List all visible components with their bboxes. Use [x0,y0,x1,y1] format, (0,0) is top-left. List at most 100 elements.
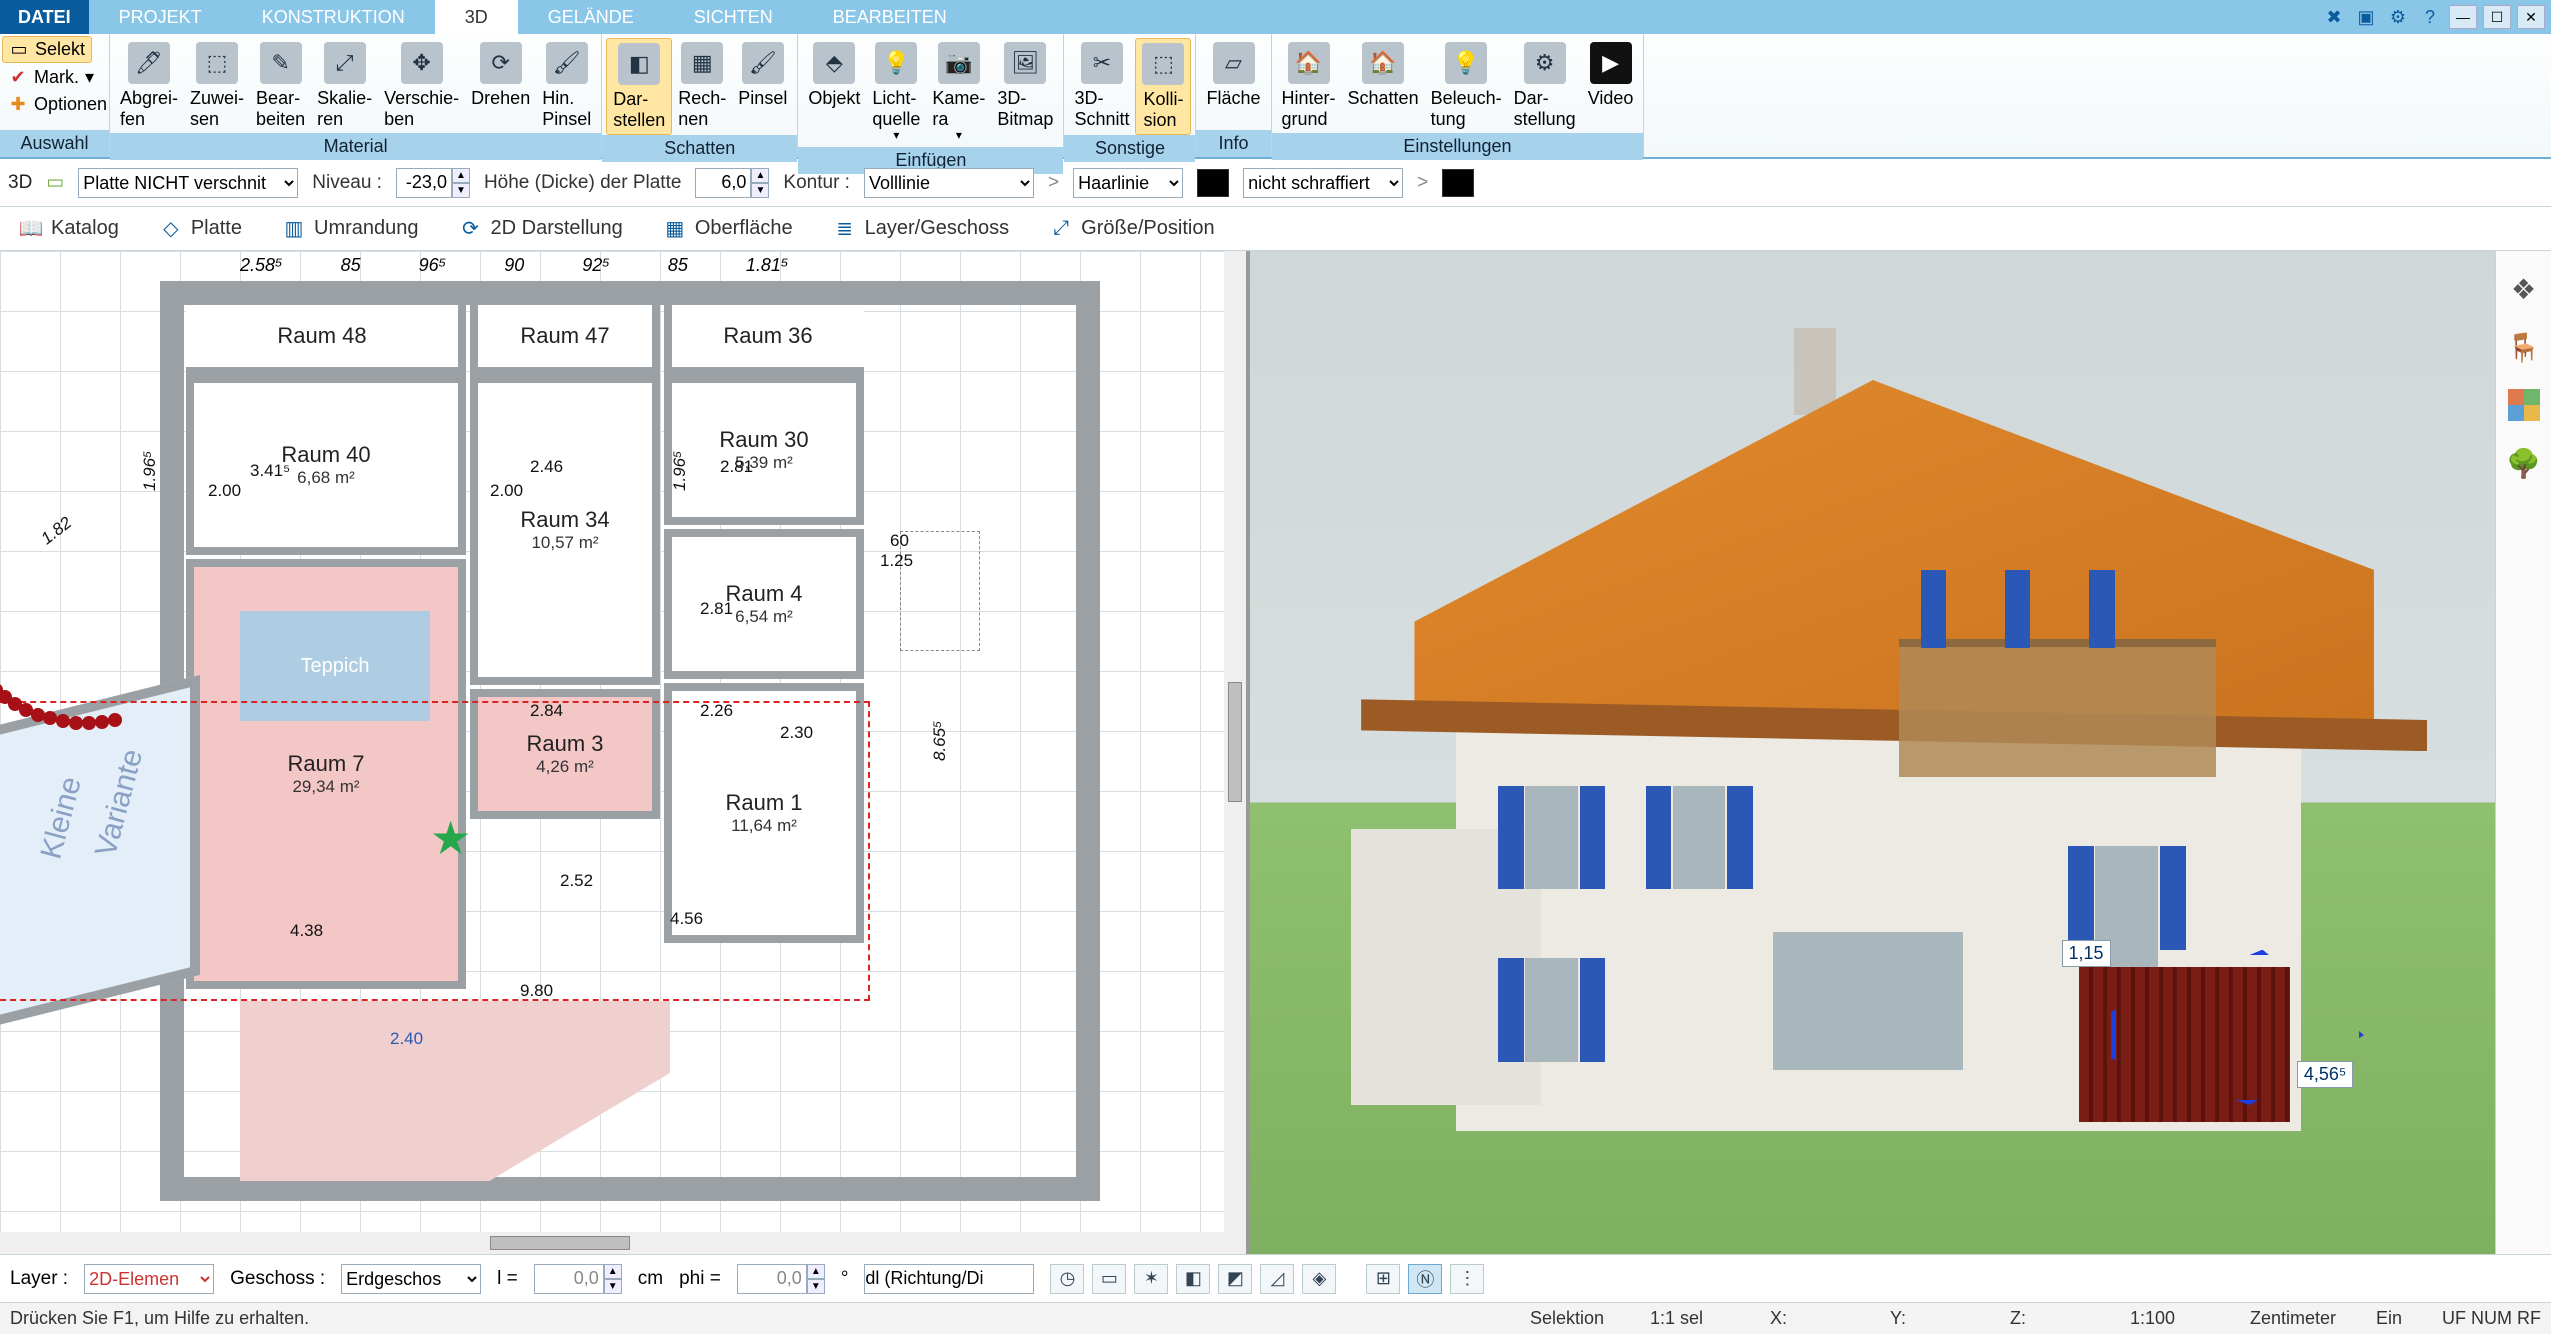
plugin-icon[interactable]: ✖ [2321,4,2347,30]
snap-angle-icon[interactable]: ◿ [1260,1264,1294,1294]
dim: 4.56 [670,909,703,929]
horizontal-scrollbar[interactable] [0,1232,1246,1254]
tool-tab-surface[interactable]: ▦Oberfläche [652,210,804,248]
snap-cross-icon[interactable]: ✶ [1134,1264,1168,1294]
ribbon-info-0[interactable]: ▱Fläche [1200,38,1266,113]
ribbon-settings-0[interactable]: 🏠Hinter- grund [1276,38,1342,133]
ribbon-insert-2[interactable]: 📷Kame- ra▾ [926,38,991,147]
history-icon[interactable]: ◷ [1050,1264,1084,1294]
tool-tab-plate[interactable]: ◇Platte [148,210,253,248]
hatch-combo[interactable]: nicht schraffiert [1243,168,1403,198]
plate-icon[interactable]: ▭ [46,171,64,194]
bottom-bar: Layer : 2D-Elemen Geschoss : Erdgeschos … [0,1254,2551,1302]
more-icon[interactable]: ⋮ [1450,1264,1484,1294]
ribbon-settings-4[interactable]: ▶Video [1582,38,1640,113]
north-icon[interactable]: Ⓝ [1408,1264,1442,1294]
screen-icon[interactable]: ▭ [1092,1264,1126,1294]
curved-handle[interactable] [0,611,130,751]
snap-layer-icon[interactable]: ◈ [1302,1264,1336,1294]
close-button[interactable]: ✕ [2517,5,2545,29]
plate-clip-combo[interactable]: Platte NICHT verschnit [78,168,298,198]
level-label: Niveau : [312,172,382,194]
ribbon-settings-1[interactable]: 🏠Schatten [1342,38,1425,113]
grid-snap-icon[interactable]: ⊞ [1366,1264,1400,1294]
ribbon-settings-3[interactable]: ⚙Dar- stellung [1508,38,1582,133]
palette-icon[interactable] [2504,385,2544,425]
room-47: Raum 47 [470,305,660,375]
select-button[interactable]: ▭Selekt [2,36,92,63]
tab-3d[interactable]: 3D [435,0,518,34]
minimize-button[interactable]: — [2449,5,2477,29]
ribbon-material-0[interactable]: 🖊Abgrei- fen [114,38,184,133]
ribbon-other-0[interactable]: ✂3D- Schnitt [1068,38,1135,133]
fill-color-swatch[interactable] [1442,169,1474,197]
level-down[interactable]: ▼ [452,183,470,198]
ribbon-insert-0[interactable]: ⬘Objekt [802,38,866,113]
ribbon-shadow-1[interactable]: ▦Rech- nen [672,38,732,133]
storey-combo[interactable]: Erdgeschos [341,1264,481,1294]
box-icon[interactable]: ▣ [2353,4,2379,30]
mode-3d-toggle[interactable]: 3D [8,172,32,194]
line-color-swatch[interactable] [1197,169,1229,197]
phi-input[interactable] [737,1264,807,1294]
ribbon-material-3[interactable]: ⤢Skalie- ren [311,38,378,133]
ribbon-material-5[interactable]: ⟳Drehen [465,38,536,113]
ribbon-insert-1[interactable]: 💡Licht- quelle▾ [866,38,926,147]
layer-combo[interactable]: 2D-Elemen [84,1264,214,1294]
l-down[interactable]: ▼ [604,1279,622,1294]
tab-project[interactable]: PROJEKT [89,0,232,34]
ribbon-material-4[interactable]: ✥Verschie- ben [378,38,465,133]
ribbon-shadow-2[interactable]: 🖌Pinsel [732,38,793,113]
tab-edit[interactable]: BEARBEITEN [803,0,977,34]
ribbon-settings-2[interactable]: 💡Beleuch- tung [1425,38,1508,133]
tool-tab-layer[interactable]: ≣Layer/Geschoss [822,210,1021,248]
l-up[interactable]: ▲ [604,1264,622,1279]
gear-icon[interactable]: ⚙ [2385,4,2411,30]
ribbon-label: Rech- nen [678,88,726,129]
ribbon-insert-3[interactable]: 🖼3D- Bitmap [991,38,1059,133]
l-input[interactable] [534,1264,604,1294]
dim: 2.00 [208,481,241,501]
tool-tab-border[interactable]: ▥Umrandung [271,210,430,248]
ribbon-other-1[interactable]: ⬚Kolli- sion [1135,38,1191,135]
snap-diag-icon[interactable]: ◩ [1218,1264,1252,1294]
thickness-input[interactable] [695,168,751,198]
options-button[interactable]: ✚Optionen [2,92,113,117]
thick-up[interactable]: ▲ [751,168,769,183]
floorplan-view[interactable]: 2.58⁵8596⁵9092⁵851.81⁵ Raum 48 Raum 47 R… [0,251,1250,1254]
mark-button[interactable]: ✔Mark. ▾ [2,65,100,90]
help-icon[interactable]: ? [2417,4,2443,30]
ribbon-material-2[interactable]: ✎Bear- beiten [250,38,311,133]
camera-star-icon[interactable]: ★ [430,811,471,865]
ribbon-shadow-0[interactable]: ◧Dar- stellen [606,38,672,135]
contour-style-combo[interactable]: Volllinie [864,168,1034,198]
snap-box-icon[interactable]: ◧ [1176,1264,1210,1294]
layer-label: Layer : [10,1268,68,1290]
furniture-icon[interactable]: 🪑 [2504,327,2544,367]
hairline-combo[interactable]: Haarlinie [1073,168,1183,198]
ribbon-label: Zuwei- sen [190,88,244,129]
dl-input[interactable] [864,1264,1034,1294]
tab-views[interactable]: SICHTEN [664,0,803,34]
phi-down[interactable]: ▼ [807,1279,825,1294]
tree-icon[interactable]: 🌳 [2504,443,2544,483]
tab-construction[interactable]: KONSTRUKTION [232,0,435,34]
tab-terrain[interactable]: GELÄNDE [518,0,664,34]
ribbon-material-6[interactable]: 🖌Hin. Pinsel [536,38,597,133]
vertical-scrollbar[interactable] [1224,251,1246,1232]
tab-file[interactable]: DATEI [0,0,89,34]
thick-down[interactable]: ▼ [751,183,769,198]
dim: 1.96⁵ [140,451,160,491]
tool-tab-catalog[interactable]: 📖Katalog [8,210,130,248]
tool-tab-size[interactable]: ⤢Größe/Position [1038,210,1225,248]
tool-tab-2d[interactable]: ⟳2D Darstellung [448,210,634,248]
layers-icon[interactable]: ❖ [2504,269,2544,309]
ribbon-material-1[interactable]: ⬚Zuwei- sen [184,38,250,133]
phi-up[interactable]: ▲ [807,1264,825,1279]
material-icon-0: 🖊 [128,42,170,84]
status-bar: Drücken Sie F1, um Hilfe zu erhalten. Se… [0,1302,2551,1334]
level-up[interactable]: ▲ [452,168,470,183]
3d-view[interactable]: 4,56⁵ 1,15 [1250,251,2496,1254]
level-input[interactable] [396,168,452,198]
restore-button[interactable]: ☐ [2483,5,2511,29]
